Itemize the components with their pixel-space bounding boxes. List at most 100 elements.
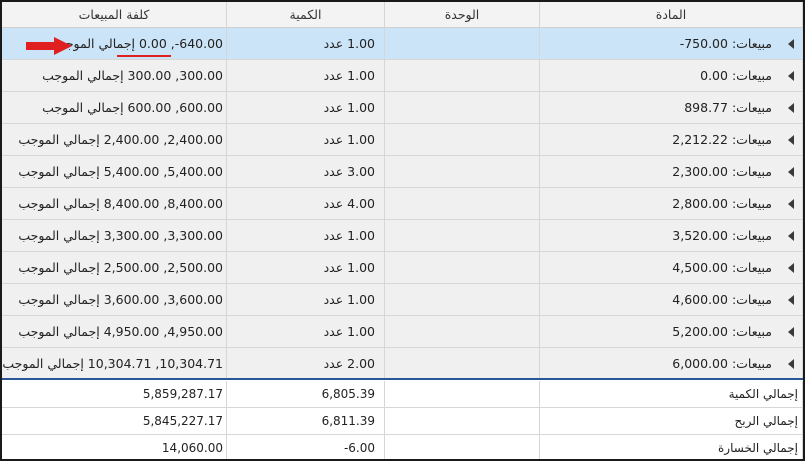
- unit-cell[interactable]: [385, 220, 540, 252]
- sales-cost-cell[interactable]: 2,400.00, 2,400.00 إجمالي الموجب: [2, 124, 227, 156]
- item-cell[interactable]: مبيعات: 2,300.00: [540, 156, 803, 188]
- unit-cell[interactable]: [385, 316, 540, 348]
- sales-cost-cell[interactable]: 600.00, 600.00 إجمالي الموجب: [2, 92, 227, 124]
- red-arrow-icon: [26, 37, 72, 55]
- table-row[interactable]: مبيعات: 2,300.00 3.00 عدد 5,400.00, 5,400.…: [2, 156, 803, 188]
- unit-cell[interactable]: [385, 284, 540, 316]
- summary-unit-cell: [385, 381, 540, 408]
- sales-cost-text: 2,400.00, 2,400.00 إجمالي الموجب: [18, 132, 223, 147]
- expand-triangle-icon[interactable]: [788, 294, 794, 305]
- quantity-cell[interactable]: 1.00 عدد: [227, 252, 385, 284]
- table-row[interactable]: مبيعات: 898.77 1.00 عدد 600.00, 600.00 إجم…: [2, 92, 803, 124]
- item-text: مبيعات: 2,300.00: [672, 164, 772, 179]
- item-cell[interactable]: مبيعات: 0.00: [540, 60, 803, 92]
- sales-cost-text: 640.00-, 0.00 إجمالي الموجب: [53, 36, 223, 51]
- table-row[interactable]: مبيعات: 2,212.22 1.00 عدد 2,400.00, 2,400.…: [2, 124, 803, 156]
- sales-cost-cell[interactable]: 3,300.00, 3,300.00 إجمالي الموجب: [2, 220, 227, 252]
- unit-cell[interactable]: [385, 124, 540, 156]
- unit-cell[interactable]: [385, 188, 540, 220]
- summary-label: إجمالي الربح: [734, 414, 798, 428]
- header-sales-cost[interactable]: كلفة المبيعات: [2, 2, 227, 28]
- quantity-cell[interactable]: 3.00 عدد: [227, 156, 385, 188]
- quantity-text: 1.00 عدد: [323, 36, 375, 51]
- expand-triangle-icon[interactable]: [788, 358, 794, 369]
- unit-cell[interactable]: [385, 156, 540, 188]
- item-text: مبيعات: 6,000.00: [672, 356, 772, 371]
- summary-label: إجمالي الكمية: [728, 387, 798, 401]
- summary-quantity-cell: -6.00: [227, 435, 385, 459]
- totals-separator: [2, 378, 803, 380]
- summary-quantity: 6,811.39: [321, 414, 375, 428]
- sales-cost-cell[interactable]: 8,400.00, 8,400.00 إجمالي الموجب: [2, 188, 227, 220]
- item-cell[interactable]: مبيعات: 4,500.00: [540, 252, 803, 284]
- expand-triangle-icon[interactable]: [788, 134, 794, 145]
- sales-cost-text: 8,400.00, 8,400.00 إجمالي الموجب: [18, 196, 223, 211]
- table-row[interactable]: مبيعات: 3,520.00 1.00 عدد 3,300.00, 3,300.…: [2, 220, 803, 252]
- item-cell[interactable]: مبيعات: 898.77: [540, 92, 803, 124]
- table-row[interactable]: مبيعات: 2,800.00 4.00 عدد 8,400.00, 8,400.…: [2, 188, 803, 220]
- item-cell[interactable]: مبيعات: 4,600.00: [540, 284, 803, 316]
- quantity-cell[interactable]: 2.00 عدد: [227, 348, 385, 380]
- header-unit[interactable]: الوحدة: [385, 2, 540, 28]
- summary-label-cell: إجمالي الخسارة: [540, 435, 803, 459]
- quantity-cell[interactable]: 1.00 عدد: [227, 316, 385, 348]
- quantity-cell[interactable]: 1.00 عدد: [227, 124, 385, 156]
- table-row[interactable]: مبيعات: 4,600.00 1.00 عدد 3,600.00, 3,600.…: [2, 284, 803, 316]
- header-item[interactable]: المادة: [540, 2, 803, 28]
- grid-header: المادة الوحدة الكمية كلفة المبيعات: [2, 2, 803, 28]
- item-cell[interactable]: مبيعات: 5,200.00: [540, 316, 803, 348]
- unit-cell[interactable]: [385, 28, 540, 60]
- sales-cost-cell[interactable]: 10,304.71, 10,304.71 إجمالي الموجب: [2, 348, 227, 380]
- summary-quantity-cell: 6,811.39: [227, 408, 385, 435]
- item-cell[interactable]: مبيعات: 2,212.22: [540, 124, 803, 156]
- sales-cost-text: 3,600.00, 3,600.00 إجمالي الموجب: [18, 292, 223, 307]
- quantity-cell[interactable]: 4.00 عدد: [227, 188, 385, 220]
- expand-triangle-icon[interactable]: [788, 38, 794, 49]
- quantity-text: 1.00 عدد: [323, 68, 375, 83]
- unit-cell[interactable]: [385, 92, 540, 124]
- item-text: مبيعات: 2,212.22: [672, 132, 772, 147]
- header-quantity[interactable]: الكمية: [227, 2, 385, 28]
- item-text: مبيعات: 4,500.00: [672, 260, 772, 275]
- item-cell[interactable]: مبيعات: 2,800.00: [540, 188, 803, 220]
- summary-row: إجمالي الكمية 6,805.39 5,859,287.17: [2, 381, 803, 408]
- summary-row: إجمالي الخسارة -6.00 14,060.00: [2, 435, 803, 459]
- sales-cost-cell[interactable]: 2,500.00, 2,500.00 إجمالي الموجب: [2, 252, 227, 284]
- quantity-text: 4.00 عدد: [323, 196, 375, 211]
- summary-cost: 5,859,287.17: [142, 387, 223, 401]
- quantity-cell[interactable]: 1.00 عدد: [227, 284, 385, 316]
- expand-triangle-icon[interactable]: [788, 70, 794, 81]
- expand-triangle-icon[interactable]: [788, 326, 794, 337]
- quantity-cell[interactable]: 1.00 عدد: [227, 220, 385, 252]
- table-row[interactable]: مبيعات: 6,000.00 2.00 عدد 10,304.71, 10,30…: [2, 348, 803, 380]
- unit-cell[interactable]: [385, 252, 540, 284]
- summary-unit-cell: [385, 408, 540, 435]
- expand-triangle-icon[interactable]: [788, 102, 794, 113]
- unit-cell[interactable]: [385, 60, 540, 92]
- sales-cost-cell[interactable]: 3,600.00, 3,600.00 إجمالي الموجب: [2, 284, 227, 316]
- expand-triangle-icon[interactable]: [788, 262, 794, 273]
- table-row[interactable]: مبيعات: 4,500.00 1.00 عدد 2,500.00, 2,500.…: [2, 252, 803, 284]
- unit-cell[interactable]: [385, 348, 540, 380]
- quantity-text: 1.00 عدد: [323, 324, 375, 339]
- quantity-text: 2.00 عدد: [323, 356, 375, 371]
- summary-cost-cell: 14,060.00: [2, 435, 227, 459]
- quantity-cell[interactable]: 1.00 عدد: [227, 28, 385, 60]
- expand-triangle-icon[interactable]: [788, 166, 794, 177]
- table-row[interactable]: مبيعات: 5,200.00 1.00 عدد 4,950.00, 4,950.…: [2, 316, 803, 348]
- table-row[interactable]: مبيعات: 0.00 1.00 عدد 300.00, 300.00 إجمال…: [2, 60, 803, 92]
- quantity-cell[interactable]: 1.00 عدد: [227, 60, 385, 92]
- sales-cost-cell[interactable]: 5,400.00, 5,400.00 إجمالي الموجب: [2, 156, 227, 188]
- expand-triangle-icon[interactable]: [788, 230, 794, 241]
- sales-cost-cell[interactable]: 300.00, 300.00 إجمالي الموجب: [2, 60, 227, 92]
- item-cell[interactable]: مبيعات: 6,000.00: [540, 348, 803, 380]
- sales-cost-cell[interactable]: 4,950.00, 4,950.00 إجمالي الموجب: [2, 316, 227, 348]
- item-cell[interactable]: مبيعات: 750.00-: [540, 28, 803, 60]
- expand-triangle-icon[interactable]: [788, 198, 794, 209]
- item-cell[interactable]: مبيعات: 3,520.00: [540, 220, 803, 252]
- quantity-text: 1.00 عدد: [323, 228, 375, 243]
- quantity-text: 1.00 عدد: [323, 132, 375, 147]
- summary-quantity: -6.00: [343, 441, 375, 455]
- quantity-cell[interactable]: 1.00 عدد: [227, 92, 385, 124]
- summary-quantity: 6,805.39: [321, 387, 375, 401]
